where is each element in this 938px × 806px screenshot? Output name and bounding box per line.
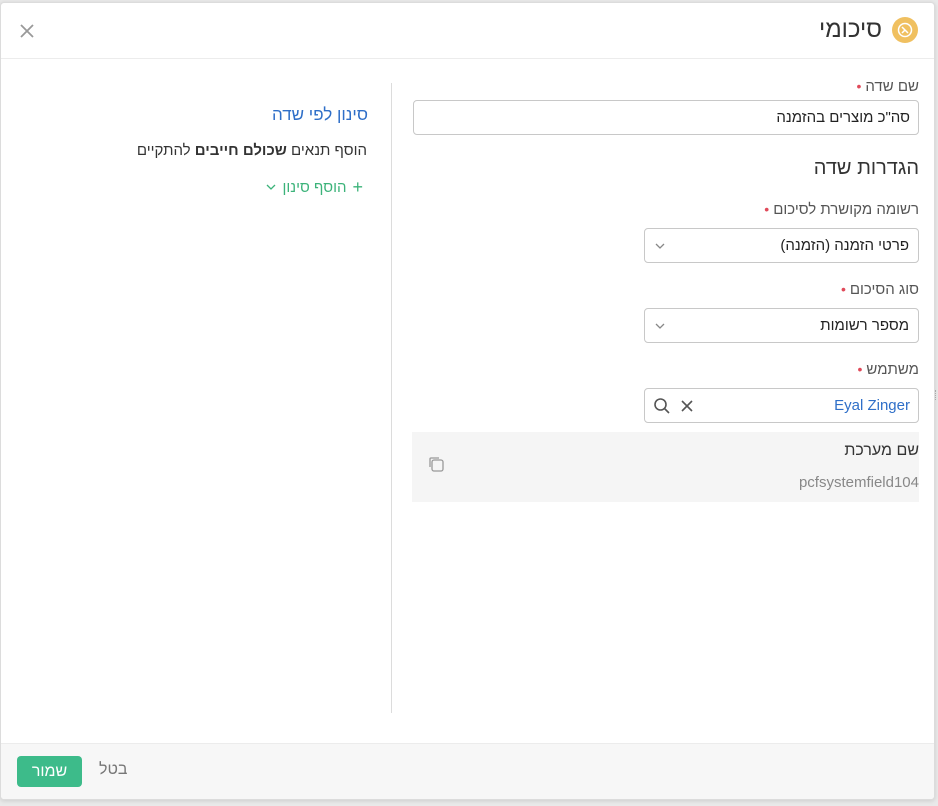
summary-type-select[interactable]: מספר רשומות: [644, 308, 919, 343]
copy-icon[interactable]: [428, 456, 446, 474]
rollup-dialog: סיכומי שם שדה• סה"כ מוצרים בהזמנה הגדרות…: [0, 2, 935, 800]
related-record-select[interactable]: פרטי הזמנה (הזמנה): [644, 228, 919, 263]
field-name-input[interactable]: סה"כ מוצרים בהזמנה: [413, 100, 919, 135]
chevron-down-icon: [655, 243, 665, 249]
user-value[interactable]: Eyal Zinger: [834, 397, 910, 414]
summary-type-label: סוג הסיכום•: [840, 281, 919, 298]
filter-description: הוסף תנאים שכולם חייבים להתקיים: [137, 142, 367, 159]
filter-pane: סינון לפי שדה הוסף תנאים שכולם חייבים לה…: [1, 59, 391, 659]
dialog-header: סיכומי: [1, 3, 934, 59]
system-name-value: pcfsystemfield104: [798, 474, 919, 491]
summary-type-value: מספר רשומות: [820, 317, 909, 334]
system-name-label: שם מערכת: [844, 442, 919, 459]
cancel-button[interactable]: בטל: [99, 761, 128, 779]
dialog-footer: שמור בטל: [1, 743, 934, 799]
required-mark: •: [840, 281, 846, 297]
field-name-label: שם שדה•: [856, 78, 919, 95]
required-mark: •: [764, 201, 770, 217]
pane-divider: [391, 83, 392, 713]
filter-desc-bold: שכולם חייבים: [194, 142, 287, 159]
user-picker[interactable]: Eyal Zinger: [644, 388, 919, 423]
required-mark: •: [856, 78, 862, 94]
field-settings-pane: שם שדה• סה"כ מוצרים בהזמנה הגדרות שדה רש…: [411, 59, 919, 719]
required-mark: •: [857, 361, 863, 377]
plus-icon: +: [352, 177, 363, 197]
add-filter-label: הוסף סינון: [282, 178, 347, 196]
search-icon[interactable]: [653, 397, 671, 415]
chevron-down-icon: [655, 323, 665, 329]
system-name-box: שם מערכת pcfsystemfield104: [412, 432, 919, 502]
filter-desc-prefix: הוסף תנאים: [291, 142, 367, 159]
save-button[interactable]: שמור: [17, 756, 82, 787]
chevron-down-icon: [266, 184, 275, 190]
filter-desc-suffix: להתקיים: [136, 142, 191, 159]
field-name-value: סה"כ מוצרים בהזמנה: [776, 109, 910, 126]
clear-icon[interactable]: [679, 398, 695, 414]
close-button[interactable]: [15, 19, 39, 43]
close-icon: [20, 24, 34, 38]
related-record-value: פרטי הזמנה (הזמנה): [780, 237, 909, 254]
title-wrap: סיכומי: [819, 16, 918, 44]
add-filter-button[interactable]: + הוסף סינון: [265, 177, 363, 197]
user-label: משתמש•: [857, 361, 920, 378]
rollup-icon: [892, 17, 918, 43]
dialog-title: סיכומי: [818, 16, 882, 43]
filter-title[interactable]: סינון לפי שדה: [272, 105, 368, 125]
related-record-label: רשומה מקושרת לסיכום•: [764, 201, 919, 218]
settings-title: הגדרות שדה: [813, 157, 919, 179]
